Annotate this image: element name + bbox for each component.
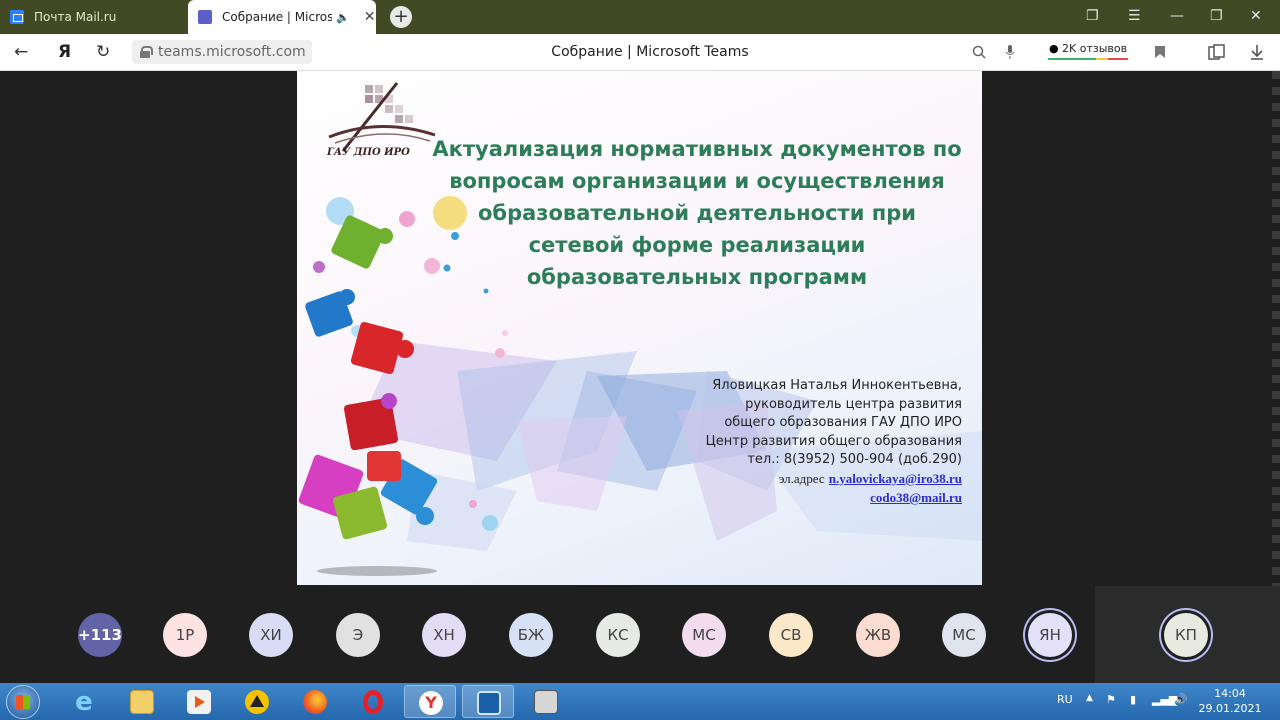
email-link[interactable]: n.yalovickaya@iro38.ru xyxy=(829,471,962,486)
contact-phone: тел.: 8(3952) 500-904 (доб.290) xyxy=(747,452,962,467)
yandex-icon[interactable]: Я xyxy=(58,42,71,62)
download-icon[interactable] xyxy=(1250,44,1264,60)
email-prefix: эл.адрес xyxy=(778,470,825,486)
volume-icon[interactable]: 🔊 xyxy=(1174,693,1188,706)
clock-date: 29.01.2021 xyxy=(1198,702,1262,715)
participant-avatar[interactable]: 1Р xyxy=(163,613,207,657)
battery-icon[interactable]: ▮ xyxy=(1130,693,1136,706)
menu-icon[interactable]: ☰ xyxy=(1128,8,1141,24)
mail-icon xyxy=(10,10,24,24)
minimize-icon[interactable]: — xyxy=(1170,8,1184,24)
reviews-bubble-icon: ● xyxy=(1049,42,1059,55)
contact-block: Яловицкая Наталья Иннокентьевна, руковод… xyxy=(706,377,962,509)
yandex-browser-icon[interactable]: Y xyxy=(404,685,456,718)
slide-title-line: вопросам организации и осуществления xyxy=(449,169,945,193)
contact-role: руководитель центра развития xyxy=(745,396,962,412)
participant-avatar[interactable]: ХН xyxy=(422,613,466,657)
participant-avatar[interactable]: ЯН xyxy=(1028,613,1072,657)
participant-avatar[interactable]: СВ xyxy=(769,613,813,657)
tab-mail[interactable]: Почта Mail.ru xyxy=(0,0,185,34)
contact-name: Яловицкая Наталья Иннокентьевна, xyxy=(712,378,962,393)
participant-avatar[interactable]: КС xyxy=(596,613,640,657)
new-tab-button[interactable]: + xyxy=(390,6,412,28)
contact-center: Центр развития общего образования xyxy=(705,433,962,449)
url-host: teams.microsoft.com xyxy=(158,44,306,60)
url-field[interactable]: teams.microsoft.com xyxy=(132,40,312,64)
contact-role: общего образования ГАУ ДПО ИРО xyxy=(724,415,962,430)
reload-icon[interactable]: ↻ xyxy=(96,42,110,62)
participant-avatar[interactable]: КП xyxy=(1164,613,1208,657)
participant-avatar[interactable]: МС xyxy=(682,613,726,657)
start-button[interactable] xyxy=(6,685,40,719)
slide-title-line: Актуализация нормативных документов по xyxy=(432,137,962,161)
file-explorer-icon[interactable] xyxy=(116,685,168,718)
triangle-app-icon[interactable] xyxy=(231,685,283,718)
meeting-stage: ГАУ ДПО ИРО Актуализация нормативных док… xyxy=(0,71,1280,683)
show-hidden-icons-icon[interactable]: ▲ xyxy=(1086,693,1093,703)
internet-explorer-icon[interactable]: e xyxy=(58,685,110,718)
participant-avatar[interactable]: ЖВ xyxy=(856,613,900,657)
page-title: Собрание | Microsoft Teams xyxy=(551,44,749,60)
teams-icon xyxy=(198,10,212,24)
speaker-icon[interactable]: 🔈 xyxy=(336,11,350,24)
clock[interactable]: 14:04 29.01.2021 xyxy=(1198,686,1262,716)
restore-icon[interactable]: ❐ xyxy=(1210,8,1223,24)
slide-title: Актуализация нормативных документов по в… xyxy=(427,133,967,293)
tab-teams-title: Собрание | Microsoft Teams xyxy=(222,10,332,24)
taskbar: e Y RU ▲ ⚑ ▮ ▂▄▆ 🔊 14:04 29.01.2021 xyxy=(0,683,1280,720)
close-tab-icon[interactable]: ✕ xyxy=(364,9,376,25)
participant-avatar[interactable]: БЖ xyxy=(509,613,553,657)
shared-slide: ГАУ ДПО ИРО Актуализация нормативных док… xyxy=(297,71,982,585)
slide-title-line: сетевой форме реализации xyxy=(528,233,866,257)
participant-avatar[interactable]: Э xyxy=(336,613,380,657)
media-player-icon[interactable] xyxy=(173,685,225,718)
camera-app-icon[interactable] xyxy=(520,685,572,718)
participant-avatar[interactable]: ХИ xyxy=(249,613,293,657)
opera-icon[interactable] xyxy=(347,685,399,718)
language-indicator[interactable]: RU xyxy=(1057,693,1073,706)
lock-icon[interactable] xyxy=(140,46,153,58)
remote-desktop-icon[interactable] xyxy=(462,685,514,718)
slide-title-line: образовательной деятельности при xyxy=(477,201,917,225)
participant-avatar[interactable]: МС xyxy=(942,613,986,657)
bookmark-icon[interactable] xyxy=(1154,45,1166,59)
more-participants-button[interactable]: +113 xyxy=(78,613,122,657)
reviews-rating-bar xyxy=(1048,58,1128,60)
email-link[interactable]: codo38@mail.ru xyxy=(870,490,962,505)
microphone-icon[interactable] xyxy=(1005,44,1015,60)
bookmarks-panel-icon[interactable]: ❐ xyxy=(1086,8,1099,24)
slide-title-line: образовательных программ xyxy=(526,265,868,289)
tab-teams[interactable]: Собрание | Microsoft Teams 🔈 ✕ xyxy=(188,0,376,34)
tab-mail-title: Почта Mail.ru xyxy=(34,10,117,24)
reviews-button[interactable]: 2K отзывов xyxy=(1062,42,1127,55)
scrollbar[interactable] xyxy=(1272,71,1280,591)
translate-search-icon[interactable] xyxy=(972,45,986,59)
firefox-icon[interactable] xyxy=(289,685,341,718)
back-icon[interactable]: ← xyxy=(14,42,28,62)
logo-text: ГАУ ДПО ИРО xyxy=(327,147,410,158)
action-center-icon[interactable]: ⚑ xyxy=(1106,693,1116,706)
browser-tab-strip: Почта Mail.ru Собрание | Microsoft Teams… xyxy=(0,0,1280,34)
close-window-icon[interactable]: ✕ xyxy=(1250,8,1262,24)
collections-icon[interactable] xyxy=(1208,44,1226,60)
clock-time: 14:04 xyxy=(1214,687,1246,700)
address-bar: ← Я ↻ teams.microsoft.com Собрание | Mic… xyxy=(0,34,1280,71)
